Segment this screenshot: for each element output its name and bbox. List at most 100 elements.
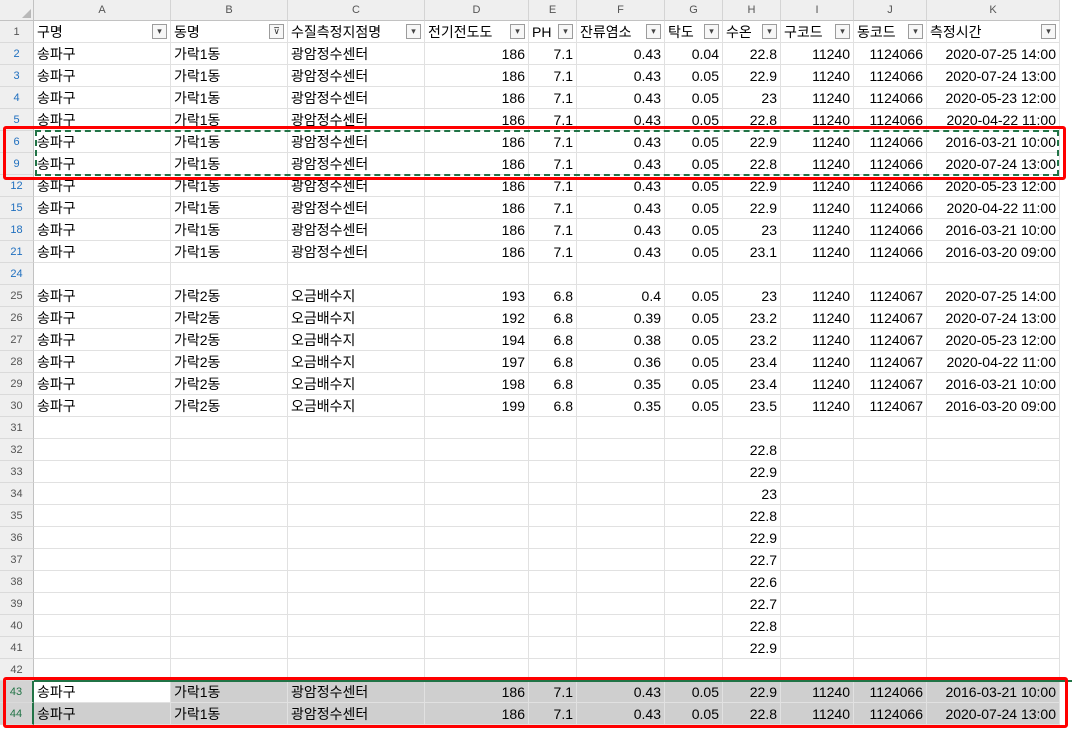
cell-h25[interactable]: 23 xyxy=(723,285,781,307)
cell-g9[interactable]: 0.05 xyxy=(665,153,723,175)
cell-b4[interactable]: 가락1동 xyxy=(171,87,288,109)
header-cell-f[interactable]: 잔류염소 ▾ xyxy=(577,21,665,43)
filter-active-icon[interactable]: ⊽ xyxy=(269,24,284,39)
cell-c31[interactable] xyxy=(288,417,425,439)
row-header-28[interactable]: 28 xyxy=(0,351,34,373)
cell-e18[interactable]: 7.1 xyxy=(529,219,577,241)
cell-c4[interactable]: 광암정수센터 xyxy=(288,87,425,109)
cell-i27[interactable]: 11240 xyxy=(781,329,854,351)
row-header-30[interactable]: 30 xyxy=(0,395,34,417)
cell-f42[interactable] xyxy=(577,659,665,681)
cell-g34[interactable] xyxy=(665,483,723,505)
cell-d40[interactable] xyxy=(425,615,529,637)
cell-f2[interactable]: 0.43 xyxy=(577,43,665,65)
filter-dropdown-icon[interactable]: ▾ xyxy=(152,24,167,39)
filter-dropdown-icon[interactable]: ▾ xyxy=(704,24,719,39)
cell-g44[interactable]: 0.05 xyxy=(665,703,723,725)
cell-d35[interactable] xyxy=(425,505,529,527)
row-header-37[interactable]: 37 xyxy=(0,549,34,571)
row-header-2[interactable]: 2 xyxy=(0,43,34,65)
cell-d21[interactable]: 186 xyxy=(425,241,529,263)
cell-f5[interactable]: 0.43 xyxy=(577,109,665,131)
cell-j35[interactable] xyxy=(854,505,927,527)
row-header-18[interactable]: 18 xyxy=(0,219,34,241)
cell-e29[interactable]: 6.8 xyxy=(529,373,577,395)
cell-f27[interactable]: 0.38 xyxy=(577,329,665,351)
filter-dropdown-icon[interactable]: ▾ xyxy=(646,24,661,39)
cell-i25[interactable]: 11240 xyxy=(781,285,854,307)
cell-i9[interactable]: 11240 xyxy=(781,153,854,175)
cell-a24[interactable] xyxy=(34,263,171,285)
cell-d36[interactable] xyxy=(425,527,529,549)
cell-a43[interactable]: 송파구 xyxy=(34,681,171,703)
cell-c39[interactable] xyxy=(288,593,425,615)
cell-k44[interactable]: 2020-07-24 13:00 xyxy=(927,703,1060,725)
cell-d38[interactable] xyxy=(425,571,529,593)
cell-b9[interactable]: 가락1동 xyxy=(171,153,288,175)
cell-g42[interactable] xyxy=(665,659,723,681)
cell-c44[interactable]: 광암정수센터 xyxy=(288,703,425,725)
row-header-25[interactable]: 25 xyxy=(0,285,34,307)
cell-b30[interactable]: 가락2동 xyxy=(171,395,288,417)
cell-a12[interactable]: 송파구 xyxy=(34,175,171,197)
cell-k40[interactable] xyxy=(927,615,1060,637)
cell-d33[interactable] xyxy=(425,461,529,483)
cell-g27[interactable]: 0.05 xyxy=(665,329,723,351)
cell-i43[interactable]: 11240 xyxy=(781,681,854,703)
cell-e42[interactable] xyxy=(529,659,577,681)
cell-j43[interactable]: 1124066 xyxy=(854,681,927,703)
cell-e21[interactable]: 7.1 xyxy=(529,241,577,263)
cell-d26[interactable]: 192 xyxy=(425,307,529,329)
cell-g26[interactable]: 0.05 xyxy=(665,307,723,329)
cell-c24[interactable] xyxy=(288,263,425,285)
cell-b6[interactable]: 가락1동 xyxy=(171,131,288,153)
cell-d5[interactable]: 186 xyxy=(425,109,529,131)
cell-b15[interactable]: 가락1동 xyxy=(171,197,288,219)
cell-k34[interactable] xyxy=(927,483,1060,505)
cell-a4[interactable]: 송파구 xyxy=(34,87,171,109)
cell-k26[interactable]: 2020-07-24 13:00 xyxy=(927,307,1060,329)
cell-g31[interactable] xyxy=(665,417,723,439)
sheet-tab-strip[interactable] xyxy=(34,735,94,739)
cell-k41[interactable] xyxy=(927,637,1060,659)
cell-b35[interactable] xyxy=(171,505,288,527)
cell-g25[interactable]: 0.05 xyxy=(665,285,723,307)
cell-c15[interactable]: 광암정수센터 xyxy=(288,197,425,219)
column-header-k[interactable]: K xyxy=(927,0,1060,21)
cell-c18[interactable]: 광암정수센터 xyxy=(288,219,425,241)
cell-i12[interactable]: 11240 xyxy=(781,175,854,197)
row-header-38[interactable]: 38 xyxy=(0,571,34,593)
cell-e3[interactable]: 7.1 xyxy=(529,65,577,87)
cell-j32[interactable] xyxy=(854,439,927,461)
cell-c29[interactable]: 오금배수지 xyxy=(288,373,425,395)
cell-d12[interactable]: 186 xyxy=(425,175,529,197)
cell-h28[interactable]: 23.4 xyxy=(723,351,781,373)
row-header-24[interactable]: 24 xyxy=(0,263,34,285)
cell-b27[interactable]: 가락2동 xyxy=(171,329,288,351)
cell-k21[interactable]: 2016-03-20 09:00 xyxy=(927,241,1060,263)
cell-c3[interactable]: 광암정수센터 xyxy=(288,65,425,87)
cell-k3[interactable]: 2020-07-24 13:00 xyxy=(927,65,1060,87)
cell-c32[interactable] xyxy=(288,439,425,461)
row-header-5[interactable]: 5 xyxy=(0,109,34,131)
cell-k2[interactable]: 2020-07-25 14:00 xyxy=(927,43,1060,65)
cell-e31[interactable] xyxy=(529,417,577,439)
cell-k4[interactable]: 2020-05-23 12:00 xyxy=(927,87,1060,109)
cell-b33[interactable] xyxy=(171,461,288,483)
cell-k27[interactable]: 2020-05-23 12:00 xyxy=(927,329,1060,351)
cell-h44[interactable]: 22.8 xyxy=(723,703,781,725)
cell-e35[interactable] xyxy=(529,505,577,527)
column-header-c[interactable]: C xyxy=(288,0,425,21)
cell-j3[interactable]: 1124066 xyxy=(854,65,927,87)
row-header-21[interactable]: 21 xyxy=(0,241,34,263)
cell-f38[interactable] xyxy=(577,571,665,593)
cell-b28[interactable]: 가락2동 xyxy=(171,351,288,373)
header-cell-d[interactable]: 전기전도도 ▾ xyxy=(425,21,529,43)
cell-j33[interactable] xyxy=(854,461,927,483)
row-header-26[interactable]: 26 xyxy=(0,307,34,329)
header-cell-h[interactable]: 수온 ▾ xyxy=(723,21,781,43)
cell-e30[interactable]: 6.8 xyxy=(529,395,577,417)
cell-a36[interactable] xyxy=(34,527,171,549)
cell-e27[interactable]: 6.8 xyxy=(529,329,577,351)
cell-b29[interactable]: 가락2동 xyxy=(171,373,288,395)
